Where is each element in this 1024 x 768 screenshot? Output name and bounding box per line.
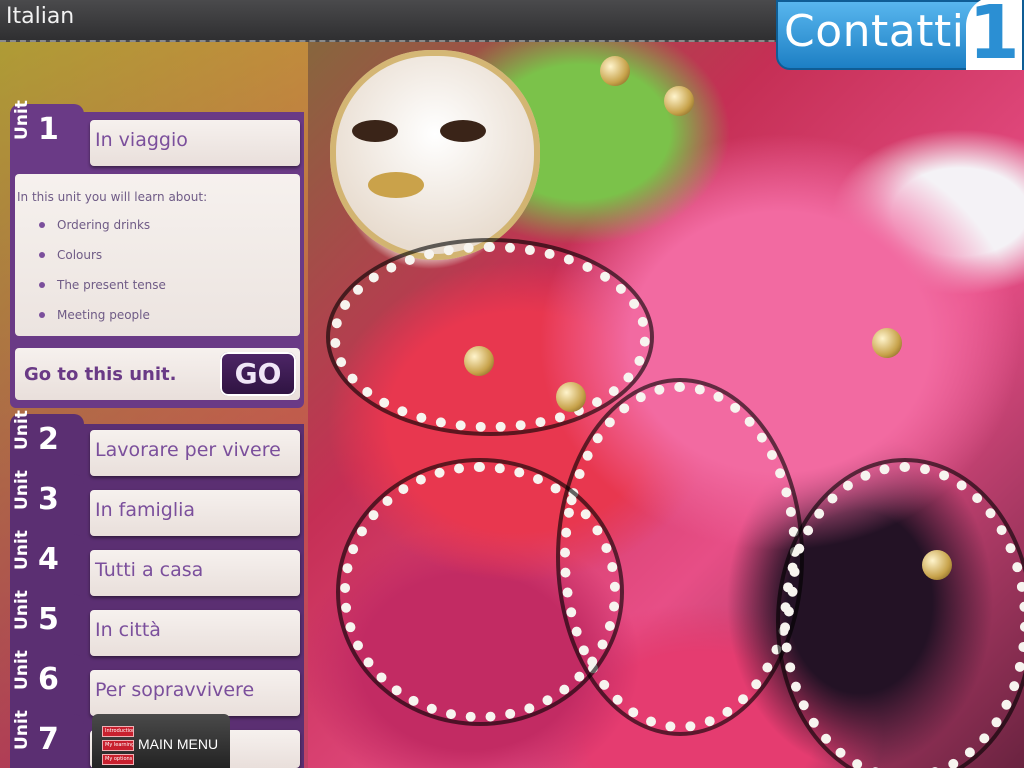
unit-7-tab[interactable]: Unit 7 (10, 710, 84, 768)
menu-icon-item: Introduction (102, 726, 134, 737)
unit-1-learn-box: In this unit you will learn about: Order… (15, 174, 300, 336)
brand-logo: Contatti 1 (776, 0, 1024, 70)
unit-6-title[interactable]: Per sopravvivere (90, 670, 300, 716)
unit-5-tab[interactable]: Unit 5 (10, 590, 84, 650)
topic-item: Meeting people (39, 306, 300, 336)
unit-word: Unit (12, 590, 32, 630)
topic-list: Ordering drinks Colours The present tens… (17, 216, 300, 336)
unit-number: 1 (38, 112, 59, 147)
app-title: Italian (6, 4, 75, 29)
go-to-unit-box: Go to this unit. GO (15, 348, 300, 400)
lace-ruffle (330, 242, 650, 432)
unit-word: Unit (12, 530, 32, 570)
menu-icon-item: My options (102, 754, 134, 765)
learn-intro: In this unit you will learn about: (17, 190, 208, 204)
unit-2-tab[interactable]: Unit 2 (10, 410, 84, 470)
lace-ruffle (780, 462, 1024, 768)
bell (556, 382, 586, 412)
bell (464, 346, 494, 376)
unit-word: Unit (12, 470, 32, 510)
unit-number: 6 (38, 662, 59, 697)
white-mask (330, 50, 540, 260)
unit-1-tab[interactable]: Unit 1 (10, 100, 84, 160)
unit-number: 3 (38, 482, 59, 517)
unit-1-title[interactable]: In viaggio (90, 120, 300, 166)
unit-3-title[interactable]: In famiglia (90, 490, 300, 536)
topic-item: Ordering drinks (39, 216, 300, 246)
bell (872, 328, 902, 358)
unit-number: 5 (38, 602, 59, 637)
main-menu-button[interactable]: Introduction My learning My options MAIN… (92, 714, 230, 768)
unit-number: 4 (38, 542, 59, 577)
mask-eye (352, 120, 398, 142)
unit-4-title[interactable]: Tutti a casa (90, 550, 300, 596)
bell (922, 550, 952, 580)
menu-list-icon: Introduction My learning My options (102, 726, 134, 765)
unit-2-title[interactable]: Lavorare per vivere (90, 430, 300, 476)
brand-name: Contatti (784, 6, 965, 57)
mask-lips (368, 172, 424, 198)
bell (664, 86, 694, 116)
unit-4-tab[interactable]: Unit 4 (10, 530, 84, 590)
menu-icon-item: My learning (102, 740, 134, 751)
unit-5-title[interactable]: In città (90, 610, 300, 656)
main-menu-label: MAIN MENU (138, 736, 219, 752)
topic-item: The present tense (39, 276, 300, 306)
topic-item: Colours (39, 246, 300, 276)
go-button[interactable]: GO (220, 352, 296, 396)
unit-word: Unit (12, 100, 32, 140)
unit-3-tab[interactable]: Unit 3 (10, 470, 84, 530)
go-prompt: Go to this unit. (24, 364, 177, 385)
lace-ruffle (340, 462, 620, 722)
unit-word: Unit (12, 410, 32, 450)
unit-number: 7 (38, 722, 59, 757)
brand-number: 1 (966, 0, 1022, 70)
unit-6-tab[interactable]: Unit 6 (10, 650, 84, 710)
mask-eye (440, 120, 486, 142)
bell (600, 56, 630, 86)
unit-word: Unit (12, 650, 32, 690)
unit-number: 2 (38, 422, 59, 457)
unit-word: Unit (12, 710, 32, 750)
